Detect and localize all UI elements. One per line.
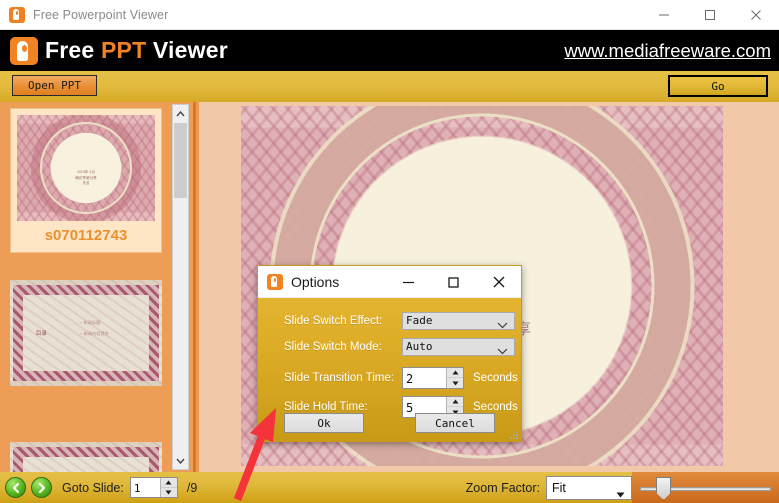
thumbnail-preview: 2010年 1月 梅花青瓷分享 氏名 [17,115,155,221]
stepper-buttons [446,368,463,388]
thumbnail-frame [13,447,159,472]
thumbnail-inner-text: 2010年 1月 梅花青瓷分享 氏名 [17,170,155,186]
field-label: Slide Hold Time: [284,401,402,413]
slide-switch-effect-combo[interactable]: Fade [402,311,515,330]
thumbnail-caption: s070112743 [17,221,155,252]
main-toolbar: Open PPT Go [0,71,779,102]
field-row-slide-transition-time: Slide Transition Time: 2 Seconds [258,364,521,392]
stepper-up-icon[interactable] [447,397,463,407]
slide-total-count: /9 [187,481,197,495]
maximize-icon[interactable] [687,0,733,30]
field-label: Slide Switch Mode: [284,341,402,353]
stepper-down-icon[interactable] [447,378,463,388]
field-unit: Seconds [473,401,518,413]
stepper-down-icon[interactable] [161,488,177,498]
thumbnail-preview [10,442,162,472]
bullet-line-1: ○ 新闻标题 [80,318,109,329]
dialog-titlebar[interactable]: Options [258,266,521,298]
brand-title-accent: PPT [101,37,146,63]
field-label: Slide Transition Time: [284,372,402,384]
ppt-logo-icon [10,37,38,65]
goto-slide-stepper[interactable]: 1 [130,477,178,498]
workspace: 2010年 1月 梅花青瓷分享 氏名 s070112743 目录 ○ 新闻标题 … [0,102,779,472]
bullet-line-2: ○ 新闻内容提供 [80,329,109,340]
chevron-down-icon[interactable] [173,452,188,469]
minimize-icon[interactable] [386,266,431,298]
stepper-up-icon[interactable] [161,478,177,488]
slide-switch-mode-combo[interactable]: Auto [402,337,515,356]
thumbnail-preview: 目录 ○ 新闻标题 ○ 新闻内容提供 [10,280,162,386]
dialog-title: Options [291,274,339,290]
resize-grip-icon[interactable] [509,430,519,440]
window-title: Free Powerpoint Viewer [33,8,168,22]
cancel-button[interactable]: Cancel [415,413,495,433]
dialog-body: Slide Switch Effect: Fade Slide Switch M… [258,298,521,441]
close-icon[interactable] [733,0,779,30]
zoom-factor-select[interactable]: Fit [546,476,632,500]
thumbnail-item-1[interactable]: 2010年 1月 梅花青瓷分享 氏名 s070112743 [10,108,162,253]
ok-button[interactable]: Ok [284,413,364,433]
brand-title-part1: Free [45,37,101,63]
thumbnail-scrollbar[interactable] [172,104,189,470]
scrollbar-thumb[interactable] [174,123,187,198]
maximize-icon[interactable] [431,266,476,298]
brand-title: Free PPT Viewer [45,37,228,64]
ppt-app-icon [267,274,283,290]
brand-banner: Free PPT Viewer www.mediafreeware.com [0,30,779,71]
brand-title-part2: Viewer [146,37,228,63]
stepper-value[interactable]: 2 [403,368,446,388]
slide-transition-time-stepper[interactable]: 2 [402,367,464,389]
field-row-slide-switch-mode: Slide Switch Mode: Auto [258,334,521,359]
next-slide-button[interactable] [31,477,52,498]
status-bar: Goto Slide: 1 /9 Zoom Factor: Fit [0,472,779,503]
minimize-icon[interactable] [641,0,687,30]
zoom-slider[interactable] [632,472,779,503]
thumbnail-item-2[interactable]: 目录 ○ 新闻标题 ○ 新闻内容提供 [10,280,162,386]
field-row-slide-switch-effect: Slide Switch Effect: Fade [258,308,521,333]
goto-slide-value[interactable]: 1 [131,478,160,497]
slide-switch-effect-select[interactable]: Fade [402,312,515,330]
chevron-up-icon[interactable] [173,105,188,122]
dialog-window-controls [386,266,521,298]
goto-slide-label: Goto Slide: [62,481,124,495]
options-dialog[interactable]: Options Slide Switch Effect: [257,265,522,442]
close-icon[interactable] [476,266,521,298]
open-ppt-button[interactable]: Open PPT [12,75,97,96]
stepper-buttons [160,478,177,497]
field-unit: Seconds [473,372,518,384]
thumbnail-bullets: ○ 新闻标题 ○ 新闻内容提供 [80,318,109,340]
app-window: Free Powerpoint Viewer Free PPT Viewer w… [0,0,779,503]
slide-switch-mode-select[interactable]: Auto [402,338,515,356]
zoom-factor-combo[interactable]: Fit [546,476,632,500]
window-controls [641,0,779,30]
thumb-inner-line3: 氏名 [17,181,155,186]
thumbnail-label: 目录 [36,329,47,337]
stepper-up-icon[interactable] [447,368,463,378]
arrow-right-icon [36,482,48,494]
arrow-left-icon [10,482,22,494]
zoom-slider-handle[interactable] [656,477,671,500]
thumbnail-item-3[interactable] [10,442,162,472]
go-button[interactable]: Go [668,75,768,97]
zoom-factor-label: Zoom Factor: [466,481,540,495]
slide-thumbnail-panel[interactable]: 2010年 1月 梅花青瓷分享 氏名 s070112743 目录 ○ 新闻标题 … [0,102,196,472]
ppt-app-icon [9,7,25,23]
field-label: Slide Switch Effect: [284,315,402,327]
window-titlebar: Free Powerpoint Viewer [0,0,779,30]
website-link[interactable]: www.mediafreeware.com [564,40,771,62]
previous-slide-button[interactable] [5,477,26,498]
